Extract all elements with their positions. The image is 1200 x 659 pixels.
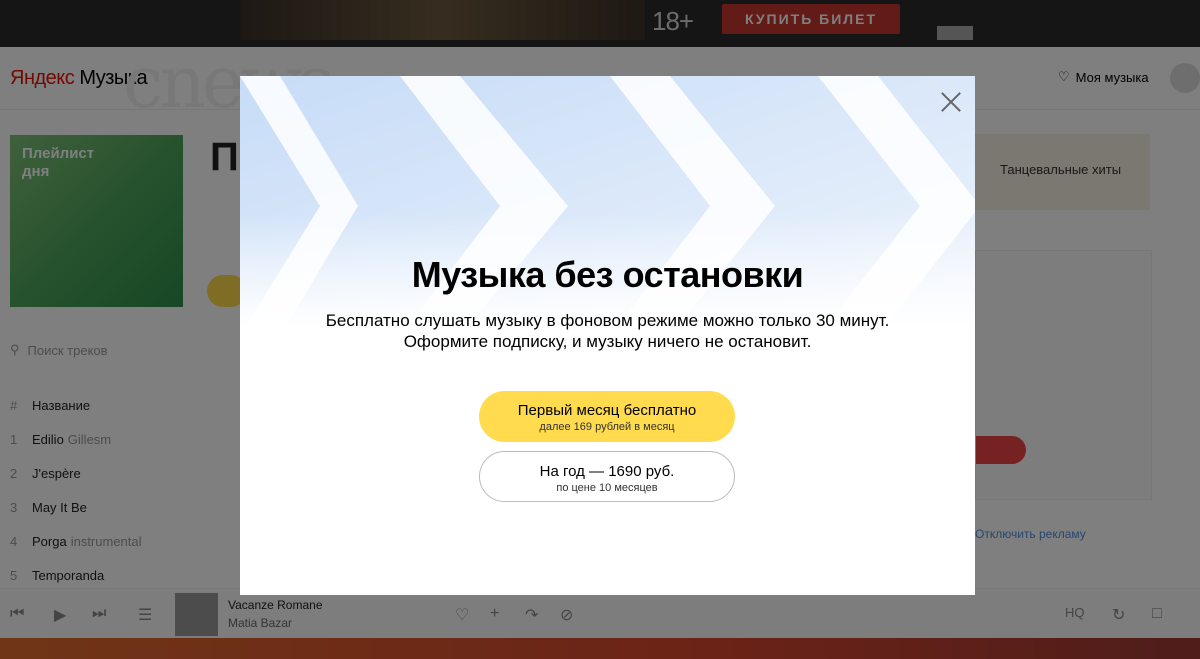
subscription-modal: Музыка без остановки Бесплатно слушать м… [240,76,975,595]
modal-description-line-2: Оформите подписку, и музыку ничего не ос… [403,332,812,351]
modal-description-line-1: Бесплатно слушать музыку в фоновом режим… [325,311,890,330]
modal-title: Музыка без остановки [411,254,804,295]
modal-description: Бесплатно слушать музыку в фоновом режим… [240,310,975,352]
free-month-button-label: Первый месяц бесплатно [517,402,697,419]
free-month-button[interactable]: Первый месяц бесплатно далее 169 рублей … [479,391,735,442]
yearly-plan-button-sublabel: по цене 10 месяцев [556,482,658,494]
yearly-plan-button[interactable]: На год — 1690 руб. по цене 10 месяцев [479,451,735,502]
free-month-button-sublabel: далее 169 рублей в месяц [539,421,675,433]
close-icon[interactable] [940,91,962,113]
yearly-plan-button-label: На год — 1690 руб. [539,463,675,480]
